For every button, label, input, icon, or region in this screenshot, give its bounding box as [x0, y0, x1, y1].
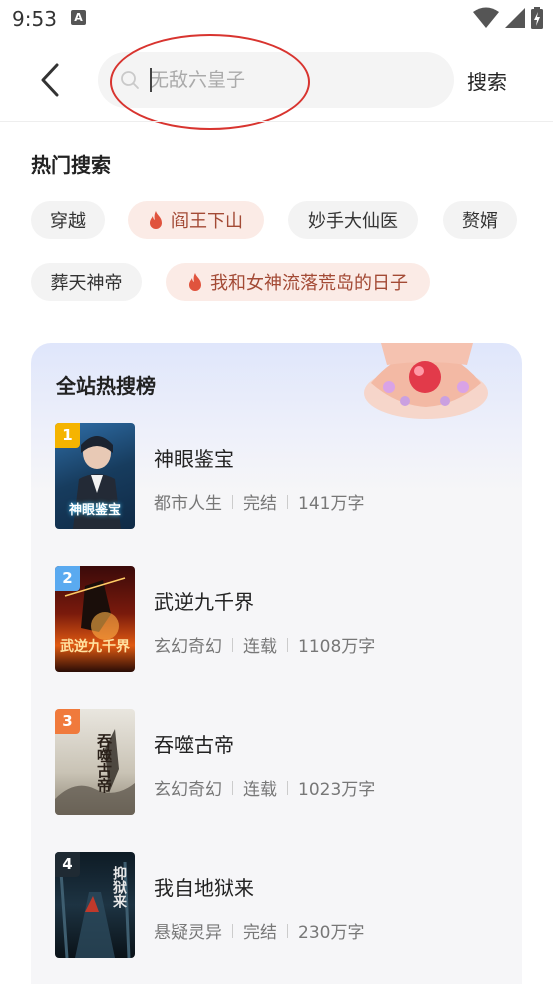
hot-tag-trending[interactable]: 阎王下山 — [128, 201, 264, 239]
status-time: 9:53 — [12, 7, 57, 31]
hot-tag[interactable]: 赘婿 — [443, 201, 517, 239]
book-status: 完结 — [243, 923, 277, 943]
book-word-count: 230万字 — [298, 923, 365, 943]
ranking-item[interactable]: 抑狱来 4 我自地狱来 悬疑灵异 完结 230万字 — [55, 852, 495, 960]
ranking-item[interactable]: 吞噬古帝 3 吞噬古帝 玄幻奇幻 连载 1023万字 — [55, 709, 495, 817]
header-divider — [0, 121, 553, 122]
hot-tag[interactable]: 妙手大仙医 — [288, 201, 418, 239]
book-genre: 悬疑灵异 — [154, 923, 222, 943]
meta-separator — [232, 780, 233, 795]
cover-title: 吞噬古帝 — [95, 733, 113, 793]
book-title: 吞噬古帝 — [154, 733, 234, 757]
meta-separator — [287, 637, 288, 652]
tag-label: 葬天神帝 — [50, 273, 123, 294]
status-icons — [473, 6, 543, 30]
magnifier-icon — [121, 71, 139, 89]
hot-tag-trending[interactable]: 我和女神流落荒岛的日子 — [166, 263, 430, 301]
book-title: 我自地狱来 — [154, 876, 254, 900]
search-button[interactable]: 搜索 — [467, 66, 507, 95]
meta-separator — [232, 637, 233, 652]
back-button[interactable] — [30, 60, 70, 100]
status-bar: 9:53 A — [0, 0, 553, 40]
battery-charging-icon — [531, 7, 543, 29]
book-status: 连载 — [243, 780, 277, 800]
book-meta: 玄幻奇幻 连载 1108万字 — [154, 632, 375, 657]
hot-ranking-card: 全站热搜榜 神眼鉴宝 1 神眼鉴宝 都市人生 完结 141万字 武逆九千界 2 … — [31, 343, 522, 984]
meta-separator — [287, 494, 288, 509]
meta-separator — [287, 923, 288, 938]
book-word-count: 141万字 — [298, 494, 365, 514]
book-meta: 玄幻奇幻 连载 1023万字 — [154, 775, 375, 800]
tag-label: 穿越 — [50, 211, 86, 232]
notification-icon: A — [71, 10, 86, 25]
signal-icon — [505, 8, 525, 28]
ranking-item[interactable]: 神眼鉴宝 1 神眼鉴宝 都市人生 完结 141万字 — [55, 423, 495, 531]
book-word-count: 1023万字 — [298, 780, 376, 800]
book-word-count: 1108万字 — [298, 637, 376, 657]
rank-badge: 3 — [55, 709, 80, 734]
book-title: 武逆九千界 — [154, 590, 254, 614]
cover-title: 抑狱来 — [111, 866, 127, 908]
hot-search-title: 热门搜索 — [31, 153, 111, 177]
crown-decoration-icon — [364, 343, 488, 419]
rank-badge: 2 — [55, 566, 80, 591]
tag-label: 妙手大仙医 — [308, 211, 398, 232]
tag-label: 阎王下山 — [171, 211, 243, 232]
search-box[interactable] — [98, 52, 454, 108]
rank-badge: 4 — [55, 852, 80, 877]
meta-separator — [232, 494, 233, 509]
flame-icon — [189, 272, 201, 291]
book-status: 完结 — [243, 494, 277, 514]
tag-label: 我和女神流落荒岛的日子 — [210, 273, 408, 294]
flame-icon — [150, 210, 162, 229]
cover-title: 武逆九千界 — [60, 639, 130, 655]
chevron-left-icon — [41, 63, 59, 97]
ranking-item[interactable]: 武逆九千界 2 武逆九千界 玄幻奇幻 连载 1108万字 — [55, 566, 495, 674]
book-genre: 玄幻奇幻 — [154, 637, 222, 657]
book-meta: 悬疑灵异 完结 230万字 — [154, 918, 364, 943]
book-status: 连载 — [243, 637, 277, 657]
book-genre: 都市人生 — [154, 494, 222, 514]
wifi-icon — [473, 7, 499, 28]
book-title: 神眼鉴宝 — [154, 447, 234, 471]
meta-separator — [287, 780, 288, 795]
hot-tag[interactable]: 葬天神帝 — [31, 263, 142, 301]
rank-badge: 1 — [55, 423, 80, 448]
cover-title: 神眼鉴宝 — [68, 503, 121, 518]
tag-label: 赘婿 — [462, 211, 498, 232]
search-header: 搜索 — [0, 40, 553, 120]
search-input[interactable] — [150, 65, 430, 95]
ranking-title: 全站热搜榜 — [56, 374, 156, 398]
text-caret — [150, 68, 152, 92]
meta-separator — [232, 923, 233, 938]
book-genre: 玄幻奇幻 — [154, 780, 222, 800]
book-meta: 都市人生 完结 141万字 — [154, 489, 364, 514]
hot-tag[interactable]: 穿越 — [31, 201, 105, 239]
